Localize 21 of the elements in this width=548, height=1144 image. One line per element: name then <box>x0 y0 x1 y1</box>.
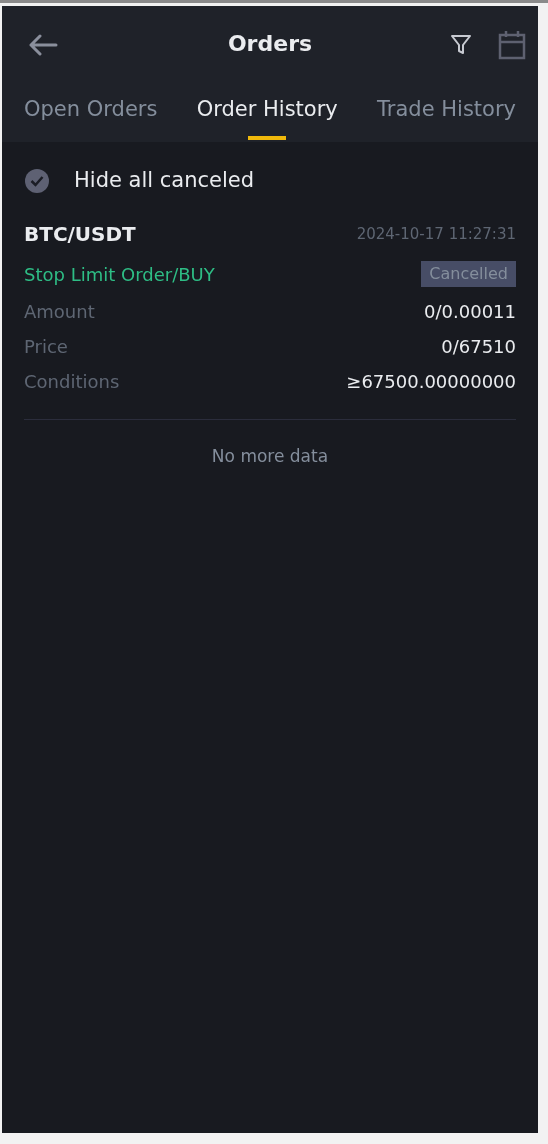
field-label: Conditions <box>24 370 120 394</box>
tab[interactable]: Open Orders <box>24 94 158 126</box>
field-value: 0/67510 <box>441 335 516 359</box>
field-label: Amount <box>24 300 95 324</box>
filter-icon[interactable] <box>450 34 472 56</box>
tab-underline <box>248 135 287 140</box>
order-time: 2024-10-17 11:27:31 <box>356 223 516 245</box>
calendar-icon[interactable] <box>498 30 526 60</box>
status-badge: Cancelled <box>421 261 516 287</box>
checkbox[interactable] <box>24 168 50 194</box>
tab[interactable]: Trade History <box>377 94 516 126</box>
trading-pair: BTC/USDT <box>24 221 136 248</box>
no-more-data-text: No more data <box>210 445 330 468</box>
field-value: ≥67500.00000000 <box>346 370 516 394</box>
back-arrow-icon[interactable] <box>28 34 58 56</box>
tab[interactable]: Order History <box>196 94 338 126</box>
field-label: Price <box>24 335 68 359</box>
field-value: 0/0.00011 <box>424 300 516 324</box>
checkbox-label[interactable]: Hide all canceled <box>74 165 255 197</box>
order-type: Stop Limit Order/BUY <box>24 262 215 287</box>
page-title: Orders <box>227 29 313 58</box>
